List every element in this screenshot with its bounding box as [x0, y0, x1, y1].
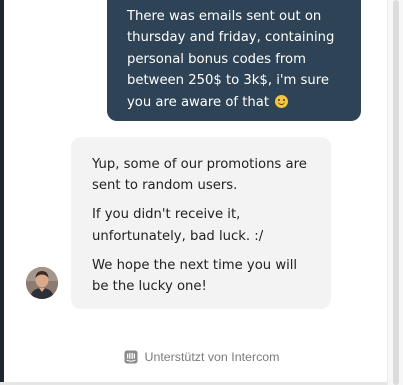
intercom-icon [124, 350, 137, 364]
user-message-bubble: There was emails sent out on thursday an… [107, 0, 361, 121]
agent-message-bubble: Yup, some of our promotions are sent to … [71, 137, 331, 309]
agent-message-paragraph: Yup, some of our promotions are sent to … [92, 157, 307, 194]
window-left-edge [0, 0, 4, 385]
agent-avatar [26, 267, 58, 299]
powered-by-label[interactable]: Unterstützt von Intercom [145, 350, 280, 364]
powered-by-footer[interactable]: Unterstützt von Intercom [0, 347, 403, 367]
user-message-text: There was emails sent out on thursday an… [127, 6, 345, 113]
agent-message-paragraph: We hope the next time you will be the lu… [92, 257, 298, 295]
agent-avatar-image [26, 267, 58, 299]
agent-message-paragraph: If you didn't receive it, unfortunately,… [92, 207, 264, 244]
scrollbar-thumb[interactable] [393, 0, 399, 385]
wink-emoji-icon [275, 94, 289, 108]
user-message-body: There was emails sent out on thursday an… [127, 9, 335, 110]
scrollbar[interactable] [387, 0, 403, 385]
